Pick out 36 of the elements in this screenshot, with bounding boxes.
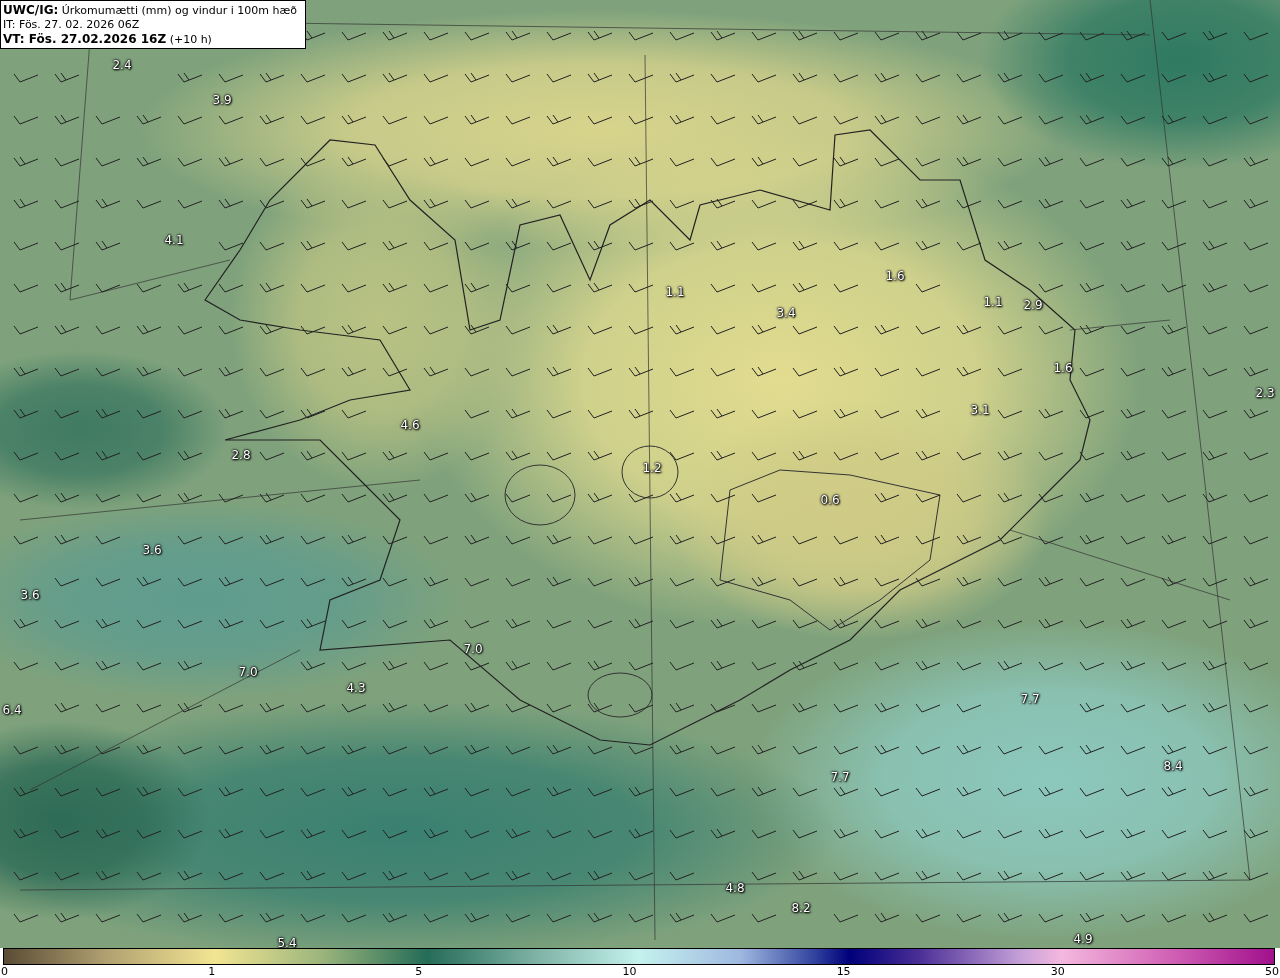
colorbar-tick: 5 bbox=[415, 965, 423, 978]
precipitation-value: 3.9 bbox=[212, 93, 232, 107]
map-title: UWC/IG: Úrkomumætti (mm) og vindur i 100m hæð bbox=[3, 3, 298, 18]
precipitation-value: 1.1 bbox=[665, 285, 685, 299]
precipitation-value: 1.6 bbox=[885, 269, 905, 283]
precipitation-value: 4.3 bbox=[346, 681, 366, 695]
precipitation-value: 7.0 bbox=[463, 642, 483, 656]
initial-time: IT: Fös. 27. 02. 2026 06Z bbox=[3, 18, 141, 32]
colorbar-tick: 1 bbox=[208, 965, 216, 978]
precipitation-value: 8.4 bbox=[1163, 759, 1183, 773]
precipitation-value: 8.2 bbox=[791, 901, 811, 915]
precipitation-value: 3.1 bbox=[970, 403, 990, 417]
precipitation-value: 0.6 bbox=[820, 493, 840, 507]
precipitation-value: 2.4 bbox=[112, 58, 132, 72]
precipitation-value: 5.4 bbox=[277, 936, 297, 950]
precipitation-value: 2.3 bbox=[1255, 386, 1275, 400]
precipitation-value: 4.1 bbox=[164, 233, 184, 247]
precipitation-value: 6.4 bbox=[2, 703, 22, 717]
colorbar-tick: 30 bbox=[1050, 965, 1065, 978]
colorbar-tick: 0 bbox=[1, 965, 8, 978]
precipitation-value: 2.8 bbox=[231, 448, 251, 462]
precipitation-value: 3.6 bbox=[20, 588, 40, 602]
precipitation-value: 7.0 bbox=[238, 665, 258, 679]
colorbar-tick: 50 bbox=[1264, 965, 1279, 978]
precipitation-value: 7.7 bbox=[830, 770, 850, 784]
colorbar-tick: 10 bbox=[622, 965, 637, 978]
precipitation-value: 7.7 bbox=[1020, 692, 1040, 706]
precipitation-value: 3.4 bbox=[776, 306, 796, 320]
precipitation-value: 4.8 bbox=[725, 881, 745, 895]
precipitation-value: 4.6 bbox=[400, 418, 420, 432]
valid-time: VT: Fös. 27.02.2026 16Z (+10 h) bbox=[3, 32, 213, 47]
precipitation-value: 3.6 bbox=[142, 543, 162, 557]
colorbar-tick: 15 bbox=[836, 965, 851, 978]
precipitation-value: 2.9 bbox=[1023, 298, 1043, 312]
precipitation-value: 4.9 bbox=[1073, 932, 1093, 946]
precipitation-value: 1.1 bbox=[983, 295, 1003, 309]
